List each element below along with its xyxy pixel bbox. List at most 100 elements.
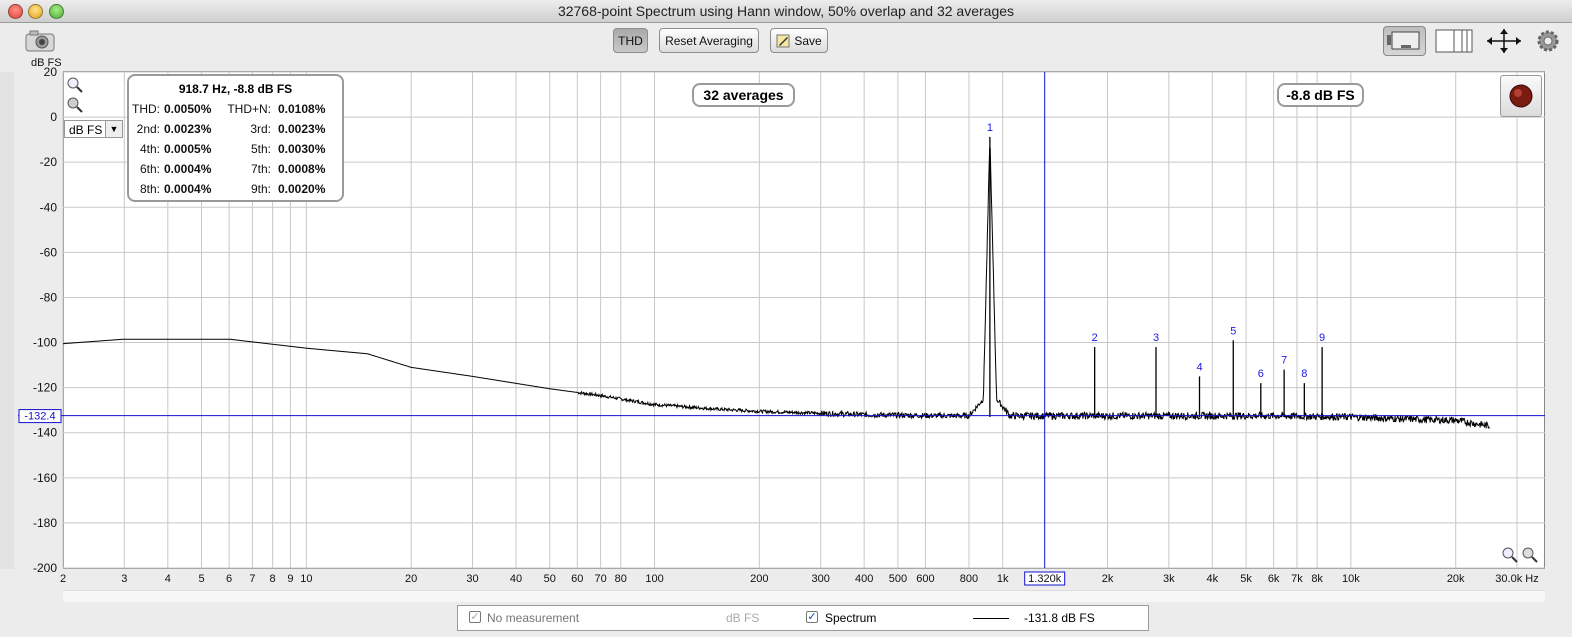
x-tick-label: 20 (405, 573, 417, 585)
x-tick-label: 5 (198, 573, 204, 585)
x-tick-label: 4k (1207, 573, 1219, 585)
zoom-out-vertical-icon[interactable] (66, 97, 84, 113)
harmonic-label: 3 (1153, 332, 1159, 344)
thd-readout-value: 0.0004% (164, 182, 212, 196)
x-tick-label: 4 (165, 573, 171, 585)
harmonic-label: 7 (1281, 355, 1287, 367)
thd-readout-row: 8th: 0.0004% 9th: 0.0020% (129, 182, 342, 200)
no-measurement-checkbox[interactable]: ✓ (469, 611, 481, 623)
zoom-in-horizontal-icon[interactable] (1502, 547, 1518, 563)
unit-selector-value: dB FS (69, 123, 103, 137)
thd-readout-label: 7th: (250, 162, 271, 176)
thd-readout-row: 6th: 0.0004% 7th: 0.0008% (129, 162, 342, 180)
y-tick-label: -100 (33, 336, 57, 350)
thd-readout-value: 0.0020% (278, 182, 326, 196)
y-tick-label: -200 (33, 561, 57, 575)
unit-selector[interactable]: dB FS ▼ (64, 120, 123, 138)
x-tick-label: 400 (855, 573, 873, 585)
y-tick-label: -40 (40, 200, 58, 214)
thd-readout-label: 3rd: (250, 122, 271, 136)
x-tick-label: 7k (1291, 573, 1303, 585)
thd-readout-value: 0.0030% (278, 142, 326, 156)
thd-readout-label: 9th: (250, 182, 271, 196)
x-tick-label: 2k (1102, 573, 1114, 585)
harmonic-label: 4 (1196, 361, 1202, 373)
record-icon (1509, 84, 1533, 108)
x-tick-label: 30.0k Hz (1495, 573, 1538, 585)
x-tick-label: 6k (1268, 573, 1280, 585)
zoom-out-horizontal-icon[interactable] (1522, 547, 1538, 563)
thd-readout-value: 0.0004% (164, 162, 212, 176)
cursor-y-readout: -132.4 (24, 411, 55, 423)
cursor-x-readout: 1.320k (1028, 573, 1062, 585)
x-tick-label: 60 (571, 573, 583, 585)
record-button[interactable] (1500, 75, 1542, 117)
x-tick-label: 50 (544, 573, 556, 585)
x-tick-label: 5k (1240, 573, 1252, 585)
x-tick-label: 2 (60, 573, 66, 585)
x-tick-label: 100 (645, 573, 663, 585)
y-tick-label: -20 (40, 155, 58, 169)
harmonic-label: 8 (1301, 368, 1307, 380)
x-tick-label: 300 (811, 573, 829, 585)
y-tick-label: -160 (33, 471, 57, 485)
thd-readout-row: 4th: 0.0005% 5th: 0.0030% (129, 142, 342, 160)
x-tick-label: 10k (1342, 573, 1360, 585)
x-tick-label: 70 (594, 573, 606, 585)
thd-readout-panel: 918.7 Hz, -8.8 dB FS THD: 0.0050% THD+N: 0.… (127, 74, 344, 202)
spectrum-line-swatch (973, 618, 1009, 619)
y-tick-label: -120 (33, 381, 57, 395)
peak-level-badge: -8.8 dB FS (1277, 83, 1364, 107)
x-tick-label: 40 (510, 573, 522, 585)
spectrum-value: -131.8 dB FS (1024, 611, 1095, 625)
harmonic-label: 6 (1258, 368, 1264, 380)
thd-readout-value: 0.0050% (164, 102, 212, 116)
thd-readout-label: THD+N: (227, 102, 271, 116)
harmonic-label: 1 (987, 122, 993, 134)
thd-readout-value: 0.0005% (164, 142, 212, 156)
thd-readout-label: 4th: (139, 142, 160, 156)
y-tick-label: 20 (44, 65, 58, 79)
no-measurement-label: No measurement (487, 611, 580, 625)
thd-readout-header: 918.7 Hz, -8.8 dB FS (178, 82, 293, 96)
averages-badge: 32 averages (692, 83, 795, 107)
thd-readout-value: 0.0023% (278, 122, 326, 136)
legend-bar: ✓ No measurement dB FS ✓ Spectrum -131.8… (457, 605, 1149, 631)
x-tick-label: 30 (466, 573, 478, 585)
spectrum-label: Spectrum (825, 611, 877, 625)
chevron-down-icon: ▼ (105, 121, 122, 137)
no-measurement-unit: dB FS (726, 611, 760, 625)
horizontal-scroll-strip[interactable] (63, 590, 1545, 602)
thd-readout-value: 0.0023% (164, 122, 212, 136)
y-tick-label: -60 (40, 245, 58, 259)
spectrum-checkbox[interactable]: ✓ (806, 611, 818, 623)
y-tick-label: 0 (50, 110, 57, 124)
x-tick-label: 3 (121, 573, 127, 585)
x-tick-label: 500 (889, 573, 907, 585)
thd-readout-row: 2nd: 0.0023% 3rd: 0.0023% (129, 122, 342, 140)
y-tick-label: -140 (33, 426, 57, 440)
harmonic-label: 2 (1092, 332, 1098, 344)
thd-readout-label: 5th: (250, 142, 271, 156)
y-tick-label: -180 (33, 516, 57, 530)
x-tick-label: 7 (249, 573, 255, 585)
thd-readout-label: THD: (132, 102, 160, 116)
x-tick-label: 8 (270, 573, 276, 585)
x-tick-label: 80 (615, 573, 627, 585)
x-tick-label: 10 (300, 573, 312, 585)
harmonic-label: 5 (1230, 325, 1236, 337)
thd-readout-label: 2nd: (136, 122, 160, 136)
thd-readout-label: 6th: (139, 162, 160, 176)
x-tick-label: 200 (750, 573, 768, 585)
x-tick-label: 3k (1163, 573, 1175, 585)
thd-readout-value: 0.0008% (278, 162, 326, 176)
thd-readout-value: 0.0108% (278, 102, 326, 116)
y-tick-label: -80 (40, 290, 58, 304)
x-tick-label: 800 (960, 573, 978, 585)
thd-readout-row: THD: 0.0050% THD+N: 0.0108% (129, 102, 342, 120)
x-tick-label: 8k (1311, 573, 1323, 585)
zoom-in-vertical-icon[interactable] (66, 77, 84, 93)
x-tick-label: 9 (287, 573, 293, 585)
x-tick-label: 20k (1447, 573, 1465, 585)
harmonic-label: 9 (1319, 332, 1325, 344)
